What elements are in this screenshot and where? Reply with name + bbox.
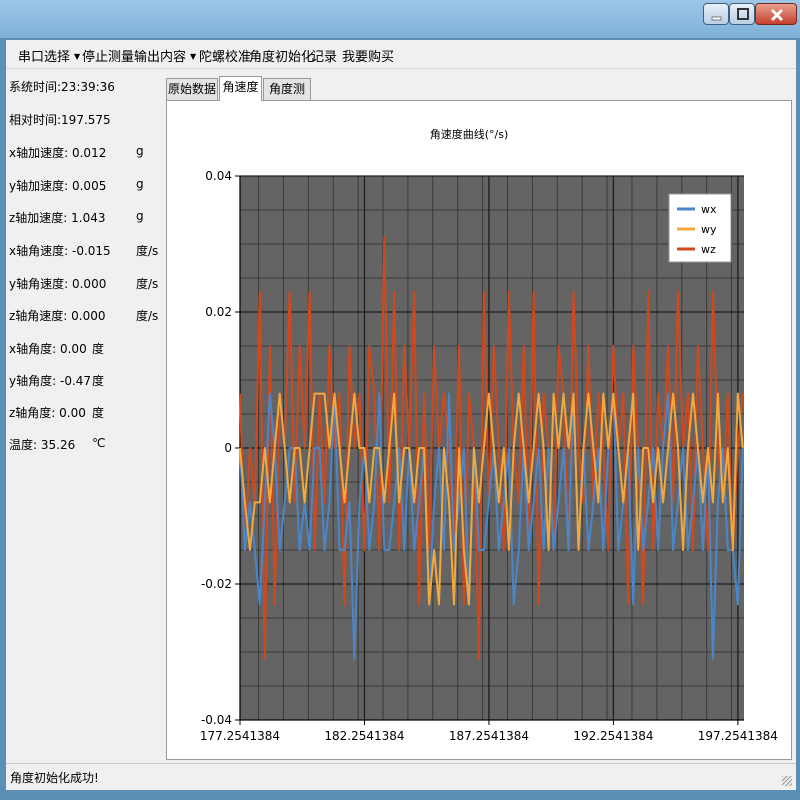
legend-label-wz: wz bbox=[701, 243, 716, 256]
info-row: x轴角速度: -0.015 bbox=[9, 244, 111, 258]
info-row: y轴加速度: 0.005 bbox=[9, 179, 107, 193]
y-tick-label: 0.04 bbox=[205, 169, 232, 183]
x-tick-label: 177.2541384 bbox=[200, 729, 280, 743]
legend[interactable]: wx wy wz bbox=[668, 193, 732, 263]
y-tick-label: -0.04 bbox=[201, 713, 232, 727]
info-row: z轴角速度: 0.000 bbox=[9, 309, 106, 323]
y-tick-label: 0 bbox=[224, 441, 232, 455]
y-tick-label: 0.02 bbox=[205, 305, 232, 319]
close-icon bbox=[770, 8, 784, 22]
tab-raw-data[interactable]: 原始数据 bbox=[166, 78, 218, 100]
legend-label-wx: wx bbox=[701, 203, 717, 216]
info-unit: g bbox=[136, 209, 144, 223]
menu-serial-port[interactable]: 串口选择 ▼ bbox=[18, 46, 80, 65]
menu-angle-init[interactable]: 角度初始化 bbox=[249, 46, 314, 65]
info-unit: 度/s bbox=[136, 309, 159, 323]
info-unit: 度 bbox=[92, 406, 105, 420]
status-text: 角度初始化成功! bbox=[10, 771, 99, 785]
window-titlebar bbox=[0, 0, 800, 38]
menu-buy[interactable]: 我要购买 bbox=[342, 46, 394, 65]
maximize-button[interactable] bbox=[729, 3, 755, 25]
resize-grip[interactable] bbox=[782, 776, 792, 786]
close-button[interactable] bbox=[755, 3, 797, 25]
info-unit: 度 bbox=[92, 374, 105, 388]
info-row: 相对时间:197.575 bbox=[9, 113, 111, 127]
info-row: y轴角速度: 0.000 bbox=[9, 277, 107, 291]
menu-bar: 串口选择 ▼ 停止测量 输出内容 ▼ 陀螺校准 角度初始化 记录 我要购买 bbox=[6, 40, 796, 69]
info-panel: 系统时间:23:39:36 相对时间:197.575 x轴加速度: 0.012 … bbox=[6, 69, 162, 763]
info-unit: ℃ bbox=[92, 436, 106, 450]
menu-output-content[interactable]: 输出内容 ▼ bbox=[134, 46, 196, 65]
menu-label: 角度初始化 bbox=[249, 50, 315, 65]
info-unit: g bbox=[136, 177, 144, 191]
info-row: 温度: 35.26 bbox=[9, 438, 76, 452]
x-tick-label: 187.2541384 bbox=[449, 729, 529, 743]
info-unit: 度 bbox=[92, 342, 105, 356]
info-row: x轴角度: 0.00 bbox=[9, 342, 87, 356]
info-row: 系统时间:23:39:36 bbox=[9, 80, 115, 94]
x-tick-label: 197.2541384 bbox=[698, 729, 778, 743]
menu-label: 输出内容 bbox=[134, 50, 187, 65]
menu-label: 停止测量 bbox=[82, 50, 135, 65]
info-row: y轴角度: -0.47 bbox=[9, 374, 92, 388]
menu-label: 我要购买 bbox=[342, 50, 395, 65]
info-unit: g bbox=[136, 144, 144, 158]
menu-label: 陀螺校准 bbox=[199, 50, 252, 65]
tab-angular-velocity[interactable]: 角速度 bbox=[219, 76, 262, 101]
chart-title: 角速度曲线(°/s) bbox=[430, 127, 509, 141]
info-row: x轴加速度: 0.012 bbox=[9, 146, 107, 160]
status-bar: 角度初始化成功! bbox=[6, 763, 796, 790]
legend-label-wy: wy bbox=[701, 223, 717, 236]
info-unit: 度/s bbox=[136, 244, 159, 258]
x-tick-label: 182.2541384 bbox=[324, 729, 404, 743]
menu-stop-measure[interactable]: 停止测量 bbox=[82, 46, 134, 65]
info-row: z轴加速度: 1.043 bbox=[9, 211, 106, 225]
minimize-button[interactable] bbox=[703, 3, 729, 25]
dropdown-arrow-icon: ▼ bbox=[190, 52, 197, 61]
menu-record[interactable]: 记录 bbox=[311, 46, 337, 65]
x-tick-label: 192.2541384 bbox=[573, 729, 653, 743]
info-row: z轴角度: 0.00 bbox=[9, 406, 86, 420]
info-unit: 度/s bbox=[136, 277, 159, 291]
y-tick-label: -0.02 bbox=[201, 577, 232, 591]
menu-label: 记录 bbox=[311, 50, 338, 65]
maximize-icon bbox=[737, 8, 749, 20]
minimize-icon bbox=[711, 16, 722, 21]
menu-gyro-calibrate[interactable]: 陀螺校准 bbox=[199, 46, 251, 65]
tab-angle-measure[interactable]: 角度测量 bbox=[263, 78, 311, 117]
dropdown-arrow-icon: ▼ bbox=[74, 52, 81, 61]
angular-velocity-chart: 角速度曲线(°/s) 0.04 0.02 0 -0.02 -0.04 177.254138… bbox=[200, 127, 778, 743]
menu-label: 串口选择 bbox=[18, 50, 71, 65]
